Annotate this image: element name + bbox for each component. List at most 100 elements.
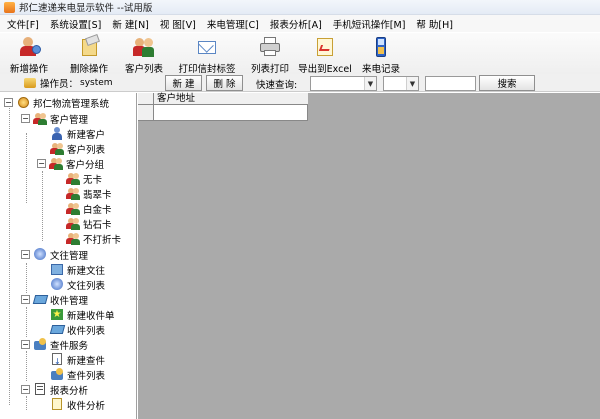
- collapse-icon[interactable]: −: [21, 295, 30, 304]
- tree-group-platinum[interactable]: 白金卡: [66, 201, 112, 216]
- user-icon: [50, 127, 64, 140]
- collapse-icon[interactable]: −: [21, 250, 30, 259]
- customer-list-button[interactable]: 客户列表: [122, 33, 166, 75]
- menu-sms[interactable]: 手机短讯操作[M]: [330, 17, 414, 31]
- collapse-icon[interactable]: −: [21, 340, 30, 349]
- tree-group-jade[interactable]: 翡翠卡: [66, 186, 112, 201]
- menu-view[interactable]: 视 图[V]: [157, 17, 204, 31]
- tree-group-nodiscount[interactable]: 不打折卡: [66, 231, 121, 246]
- group-icon: [66, 217, 80, 230]
- printer-icon: [258, 36, 282, 58]
- tree-check-list[interactable]: 查件列表: [50, 367, 105, 382]
- delete-icon: [77, 34, 101, 58]
- chevron-down-icon: ▼: [364, 77, 376, 90]
- export-excel-button[interactable]: 导出到Excel: [298, 33, 352, 75]
- delete-label: 删除操作: [69, 64, 108, 75]
- customer-list-icon: [50, 142, 64, 155]
- operator-user: system: [80, 77, 113, 88]
- tree-new-check[interactable]: ↓ 新建查件: [50, 352, 105, 367]
- query-mode-select[interactable]: ▼: [383, 76, 419, 91]
- tree-new-doc-label: 新建文往: [67, 265, 106, 277]
- delete-button[interactable]: 删除操作: [62, 33, 116, 75]
- tree-doc-list-label: 文往列表: [67, 280, 106, 292]
- data-grid[interactable]: 客户地址: [138, 93, 308, 121]
- tree-group-label: 白金卡: [83, 204, 112, 216]
- query-field-select[interactable]: ▼: [310, 76, 377, 91]
- tree-customer-mgmt[interactable]: − 客户管理: [21, 111, 88, 126]
- navigation-tree: − 邦仁物流管理系统 − 客户管理 新建客户 客户列表 − 客户分组 无卡 翡翠…: [0, 93, 137, 419]
- tree-group-label: 无卡: [83, 174, 103, 186]
- export-excel-label: 导出到Excel: [298, 64, 352, 75]
- customer-group-icon: [33, 112, 47, 125]
- phone-icon: [369, 36, 393, 58]
- tree-report-receive[interactable]: 收件分析: [50, 397, 105, 412]
- report-icon: [33, 383, 47, 396]
- add-label: 新增操作: [9, 64, 48, 75]
- tree-customer-label: 客户管理: [50, 114, 89, 126]
- title-bar: 邦仁速递来电显示软件 --试用版: [0, 0, 600, 15]
- report-sub-icon: [50, 398, 64, 411]
- tree-doc-list[interactable]: 文往列表: [50, 277, 105, 292]
- tree-root-label: 邦仁物流管理系统: [33, 98, 110, 110]
- list-print-label: 列表打印: [250, 64, 289, 75]
- tree-root[interactable]: − 邦仁物流管理系统: [4, 95, 109, 110]
- print-envelope-button[interactable]: 打印信封标签: [174, 33, 240, 75]
- receive-list-icon: [49, 323, 66, 336]
- menu-calls[interactable]: 来电管理[C]: [204, 17, 267, 31]
- column-header-address[interactable]: 客户地址: [154, 93, 308, 105]
- tree-new-check-label: 新建查件: [67, 355, 106, 367]
- group-icon: [66, 232, 80, 245]
- envelope-icon: [195, 36, 219, 58]
- chevron-down-icon: ▼: [406, 77, 418, 90]
- call-record-button[interactable]: 来电记录: [360, 33, 402, 75]
- tree-group-label: 钻石卡: [83, 219, 112, 231]
- data-grid-area: 客户地址: [138, 93, 600, 419]
- tree-check-service[interactable]: − 查件服务: [21, 337, 88, 352]
- action-bar: 操作员： system 新 建 删 除 快速查询: ▼ ▼ 搜索: [0, 74, 600, 92]
- menu-new[interactable]: 新 建[N]: [109, 17, 157, 31]
- tree-report-label: 报表分析: [50, 385, 89, 397]
- collapse-icon[interactable]: −: [21, 114, 30, 123]
- window-title: 邦仁速递来电显示软件 --试用版: [19, 3, 153, 14]
- excel-export-icon: [313, 36, 337, 58]
- receive-icon: [32, 293, 49, 306]
- collapse-icon[interactable]: −: [4, 98, 13, 107]
- tree-group-none[interactable]: 无卡: [66, 171, 102, 186]
- tree-group-label: 不打折卡: [83, 234, 122, 246]
- list-print-button[interactable]: 列表打印: [248, 33, 292, 75]
- search-button[interactable]: 搜索: [479, 75, 535, 91]
- tree-check-list-label: 查件列表: [67, 370, 106, 382]
- customer-list-icon: [132, 36, 156, 58]
- tree-receive-list[interactable]: 收件列表: [49, 322, 105, 337]
- tree-group-diamond[interactable]: 钻石卡: [66, 216, 112, 231]
- tree-check-label: 查件服务: [50, 340, 89, 352]
- tree-doc-mgmt[interactable]: − 文往管理: [21, 247, 88, 262]
- tree-customer-group[interactable]: − 客户分组: [37, 156, 104, 171]
- group-icon: [66, 202, 80, 215]
- tree-receive-mgmt[interactable]: − 收件管理: [21, 292, 88, 307]
- new-button[interactable]: 新 建: [165, 75, 202, 91]
- customer-group-icon: [49, 157, 63, 170]
- tree-new-customer[interactable]: 新建客户: [50, 126, 105, 141]
- menu-settings[interactable]: 系统设置[S]: [47, 17, 109, 31]
- query-input[interactable]: [425, 76, 476, 91]
- menu-file[interactable]: 文件[F]: [4, 17, 47, 31]
- check-service-icon: [33, 338, 47, 351]
- tree-report-sub-label: 收件分析: [67, 400, 106, 412]
- tree-new-doc[interactable]: 新建文往: [50, 262, 105, 277]
- tree-customer-list[interactable]: 客户列表: [50, 141, 105, 156]
- tree-group-label: 翡翠卡: [83, 189, 112, 201]
- menu-reports[interactable]: 报表分析[A]: [267, 17, 330, 31]
- delete-record-button[interactable]: 删 除: [206, 75, 243, 91]
- tree-report-analysis[interactable]: − 报表分析: [21, 382, 88, 397]
- tree-new-receive[interactable]: ★ 新建收件单: [50, 307, 115, 322]
- doc-icon: [33, 248, 47, 261]
- add-button[interactable]: 新增操作: [6, 33, 52, 75]
- tree-new-receive-label: 新建收件单: [67, 310, 115, 322]
- row-header[interactable]: [138, 105, 154, 120]
- collapse-icon[interactable]: −: [37, 159, 46, 168]
- tree-customer-list-label: 客户列表: [67, 144, 106, 156]
- tree-new-customer-label: 新建客户: [67, 129, 106, 141]
- collapse-icon[interactable]: −: [21, 385, 30, 394]
- menu-help[interactable]: 帮 助[H]: [413, 17, 461, 31]
